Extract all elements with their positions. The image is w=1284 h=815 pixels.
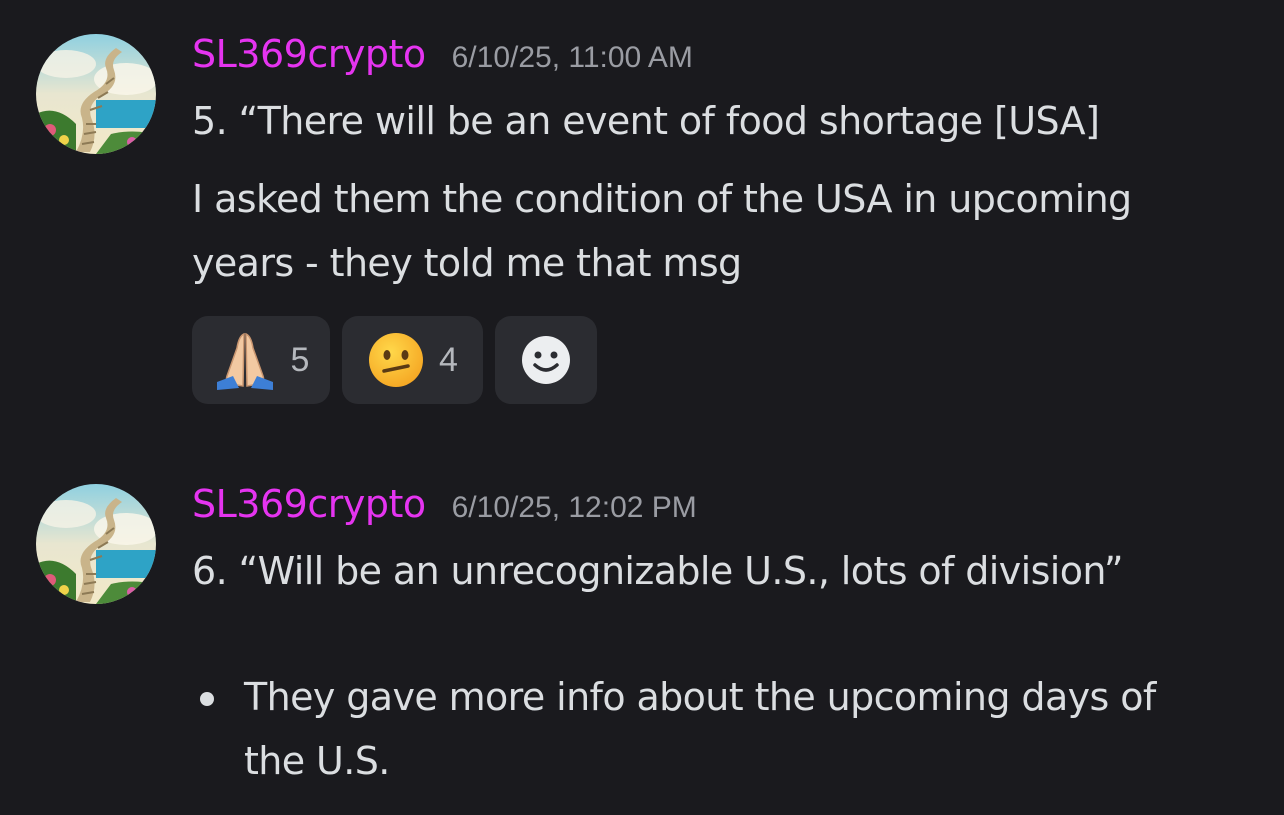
add-reaction-icon xyxy=(521,335,571,385)
user-avatar[interactable] xyxy=(36,34,156,154)
message-text-line: years - they told me that msg xyxy=(192,241,742,285)
timestamp: 6/10/25, 11:00 AM xyxy=(451,41,693,74)
reaction-neutral-face[interactable]: 4 xyxy=(342,316,483,404)
bullet-point xyxy=(200,692,214,706)
bullet-text-line: the U.S. xyxy=(244,739,390,783)
message-header: SL369crypto 6/10/25, 12:02 PM xyxy=(192,482,697,534)
message-header: SL369crypto 6/10/25, 11:00 AM xyxy=(192,32,693,84)
message-text-line: 5. “There will be an event of food short… xyxy=(192,99,1100,143)
add-reaction-button[interactable] xyxy=(495,316,597,404)
bullet-text-line: They gave more info about the upcoming d… xyxy=(244,675,1156,719)
user-avatar[interactable] xyxy=(36,484,156,604)
chat-message-list: SL369crypto 6/10/25, 11:00 AM 5. “There … xyxy=(0,0,1284,815)
timestamp: 6/10/25, 12:02 PM xyxy=(451,491,697,524)
message-text-line: I asked them the condition of the USA in… xyxy=(192,177,1132,221)
reactions-bar: 5 4 xyxy=(192,316,597,404)
neutral-face-emoji xyxy=(367,331,425,389)
reaction-count: 5 xyxy=(290,340,310,379)
username[interactable]: SL369crypto xyxy=(192,32,426,76)
reaction-count: 4 xyxy=(439,340,458,379)
reaction-folded-hands[interactable]: 5 xyxy=(192,316,330,404)
message-text-line: 6. “Will be an unrecognizable U.S., lots… xyxy=(192,549,1124,593)
username[interactable]: SL369crypto xyxy=(192,482,426,526)
folded-hands-emoji xyxy=(213,330,277,390)
